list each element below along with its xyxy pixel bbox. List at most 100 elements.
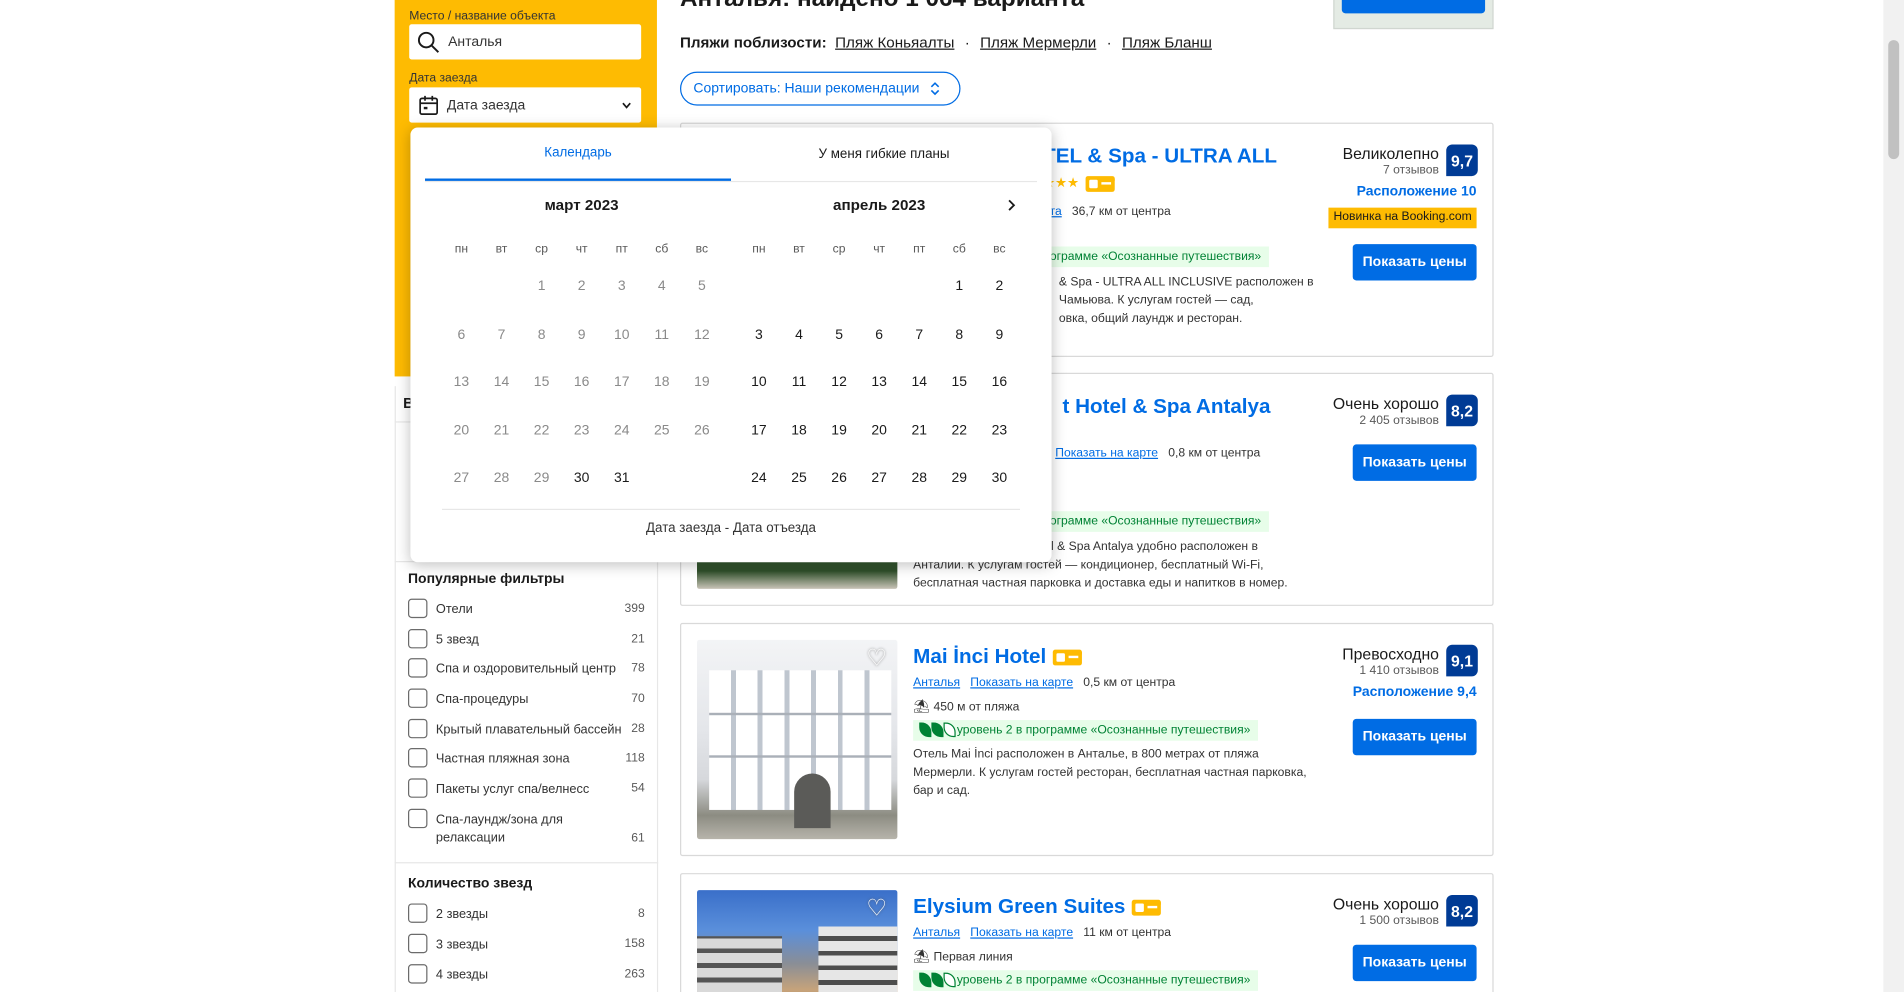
leaf-icon [919,722,932,738]
filter-4-stars[interactable]: 4 звезды 263 [408,964,645,988]
calendar-day: 6 [457,327,466,342]
weekday-label: пт [913,242,926,257]
checkbox[interactable] [408,748,428,768]
review-score[interactable]: 8,2 [1446,394,1478,427]
filter-5-stars[interactable]: 5 звезд 21 [408,629,645,653]
show-prices-button[interactable]: Показать цены [1352,444,1477,481]
chevron-right-icon[interactable] [1004,198,1019,213]
checkbox[interactable] [408,658,428,678]
calendar-day[interactable]: 21 [901,423,937,438]
calendar-day[interactable]: 18 [781,423,817,438]
checkbox[interactable] [408,808,428,829]
calendar-day[interactable]: 5 [821,327,857,342]
calendar-day[interactable]: 20 [861,423,897,438]
destination-field[interactable]: Анталья [409,24,642,60]
calendar-day[interactable]: 2 [981,279,1017,294]
calendar-day[interactable]: 4 [781,327,817,342]
hotel-name[interactable]: t Hotel & Spa Antalya [1063,395,1271,419]
heart-icon[interactable]: ♡ [862,644,891,673]
hotel-name[interactable]: Elysium Green Suites [913,895,1161,919]
beach-link[interactable]: Пляж Коньяалты [835,34,954,51]
review-score[interactable]: 8,2 [1446,894,1478,927]
show-map-button[interactable] [1341,0,1486,14]
show-prices-button[interactable]: Показать цены [1352,718,1477,756]
leaf-icon [943,722,956,738]
calendar-day[interactable]: 30 [981,471,1017,486]
calendar-day[interactable]: 7 [901,327,937,342]
show-on-map-link[interactable]: Показать на карте [970,927,1073,940]
filter-spa-packages[interactable]: Пакеты услуг спа/велнесс 54 [408,778,645,802]
checkbox[interactable] [408,629,428,649]
hotel-name[interactable]: TEL & Spa - ULTRA ALL [1043,145,1277,169]
scrollbar-thumb[interactable] [1888,40,1900,160]
filter-indoor-pool[interactable]: Крытый плавательный бассейн 28 [408,718,645,743]
filter-spa-center[interactable]: Спа и оздоровительный центр 78 [408,658,645,682]
distance: 36,7 км от центра [1071,205,1171,219]
distance: 0,8 км от центра [1168,446,1261,461]
checkin-label: Дата заезда [409,71,478,86]
city-link[interactable]: Анталья [913,676,960,689]
calendar-day[interactable]: 11 [781,375,817,390]
calendar-day[interactable]: 10 [741,375,777,390]
checkbox[interactable] [408,964,428,984]
map-preview[interactable] [1333,0,1494,30]
beach-link[interactable]: Пляж Бланш [1122,34,1212,51]
checkbox[interactable] [408,933,428,954]
checkbox[interactable] [408,688,428,708]
filter-hotels[interactable]: Отели 399 [408,598,645,623]
calendar-day[interactable]: 3 [741,327,777,342]
checkin-value: Дата заезда [446,97,526,113]
calendar-day: 20 [453,423,470,438]
calendar-day[interactable]: 19 [821,423,857,438]
calendar-day[interactable]: 22 [941,423,977,438]
city-link[interactable]: Анталья [913,927,960,940]
heart-icon[interactable]: ♡ [862,894,891,923]
show-on-map-link[interactable]: Показать на карте [1055,447,1158,460]
calendar-day[interactable]: 14 [901,375,937,390]
tab-flexible[interactable]: У меня гибкие планы [731,128,1037,181]
show-prices-button[interactable]: Показать цены [1352,244,1477,281]
search-icon [417,31,440,53]
calendar-day[interactable]: 12 [821,375,857,390]
calendar-day[interactable]: 24 [741,471,777,486]
tab-calendar[interactable]: Календарь [425,128,732,181]
show-on-map-link[interactable]: Показать на карте [970,676,1073,689]
calendar-day[interactable]: 25 [781,471,817,486]
calendar-day: 10 [613,327,630,342]
checkbox[interactable] [408,903,428,923]
calendar-day[interactable]: 29 [941,471,977,486]
calendar-day: 24 [613,423,630,438]
calendar-day[interactable]: 15 [941,375,977,390]
calendar-day[interactable]: 31 [604,471,640,486]
filter-spa-procedures[interactable]: Спа-процедуры 70 [408,688,645,713]
filter-2-stars[interactable]: 2 звезды 8 [408,903,645,927]
filter-3-stars[interactable]: 3 звезды 158 [408,933,645,958]
calendar-day[interactable]: 13 [861,375,897,390]
calendar-day[interactable]: 6 [861,327,897,342]
beach-icon: ⛱ [913,699,931,715]
calendar-day[interactable]: 23 [981,423,1017,438]
scrollbar[interactable] [1883,0,1904,992]
filter-private-beach[interactable]: Частная пляжная зона 118 [408,748,645,772]
review-score[interactable]: 9,1 [1446,644,1478,677]
checkbox[interactable] [408,598,428,619]
calendar-day[interactable]: 28 [901,471,937,486]
calendar-day[interactable]: 9 [981,327,1017,342]
calendar-day[interactable]: 27 [861,471,897,486]
calendar-day[interactable]: 30 [563,471,599,486]
hotel-name[interactable]: Mai İnci Hotel [913,645,1082,669]
beach-link[interactable]: Пляж Мермерли [980,34,1096,51]
filter-spa-lounge[interactable]: Спа-лаундж/зона для релаксации 61 [408,808,645,850]
sort-dropdown[interactable]: Сортировать: Наши рекомендации [680,71,961,106]
calendar-day[interactable]: 17 [741,423,777,438]
calendar-day[interactable]: 26 [821,471,857,486]
stars: ★★★ [1043,175,1115,192]
review-score[interactable]: 9,7 [1446,144,1478,177]
checkbox[interactable] [408,778,428,798]
calendar-day[interactable]: 8 [941,327,977,342]
checkbox[interactable] [408,718,428,739]
calendar-day[interactable]: 16 [981,375,1017,390]
show-prices-button[interactable]: Показать цены [1352,944,1477,982]
checkin-field[interactable]: Дата заезда [409,87,642,123]
calendar-day[interactable]: 1 [941,279,977,294]
